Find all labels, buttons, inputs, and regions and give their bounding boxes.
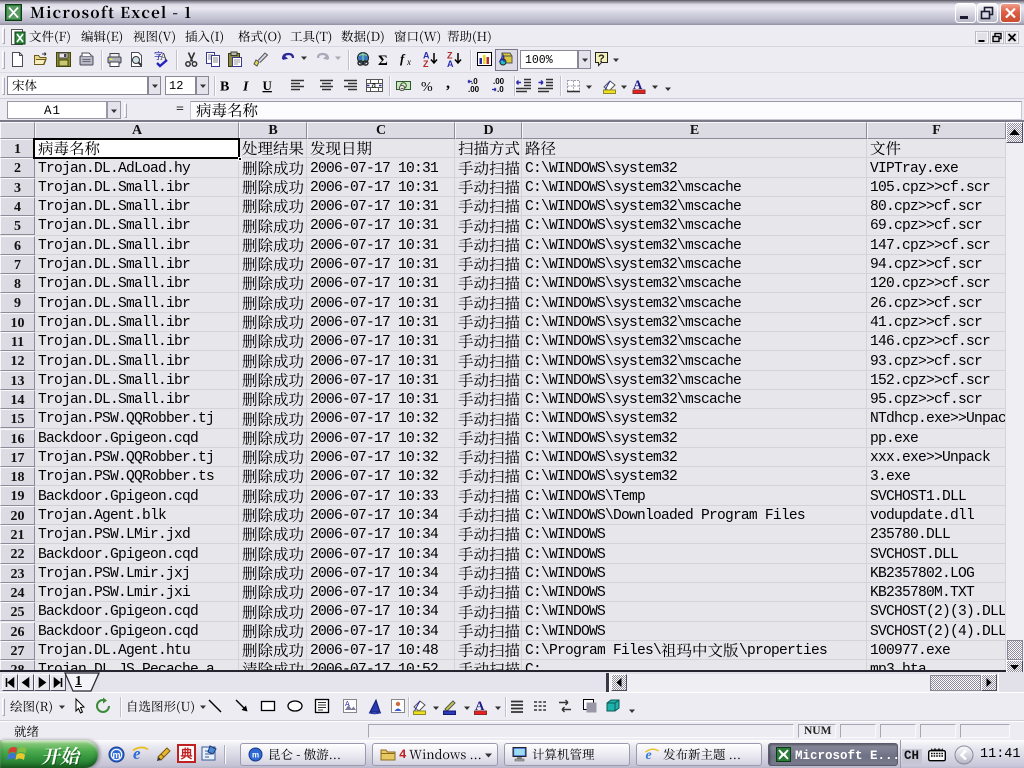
svg-text:B: B bbox=[220, 80, 229, 95]
svg-text:a: a bbox=[372, 81, 377, 90]
svg-text:A: A bbox=[498, 54, 506, 64]
svg-text:%: % bbox=[421, 80, 433, 95]
svg-text:I: I bbox=[242, 80, 249, 95]
svg-text:典: 典 bbox=[181, 746, 193, 761]
svg-text:x: x bbox=[406, 57, 411, 67]
svg-text:.0: .0 bbox=[497, 85, 504, 94]
svg-text:A: A bbox=[345, 701, 350, 708]
svg-text:Z: Z bbox=[423, 59, 429, 69]
svg-text:f: f bbox=[400, 51, 406, 66]
svg-text:?: ? bbox=[598, 53, 605, 65]
svg-text:.00: .00 bbox=[468, 85, 480, 94]
svg-text:Σ: Σ bbox=[378, 53, 388, 69]
svg-text:U: U bbox=[263, 78, 273, 93]
svg-text:m: m bbox=[252, 751, 259, 760]
svg-text:,: , bbox=[446, 75, 450, 92]
svg-text:A: A bbox=[447, 59, 454, 69]
svg-text:m: m bbox=[113, 750, 121, 760]
